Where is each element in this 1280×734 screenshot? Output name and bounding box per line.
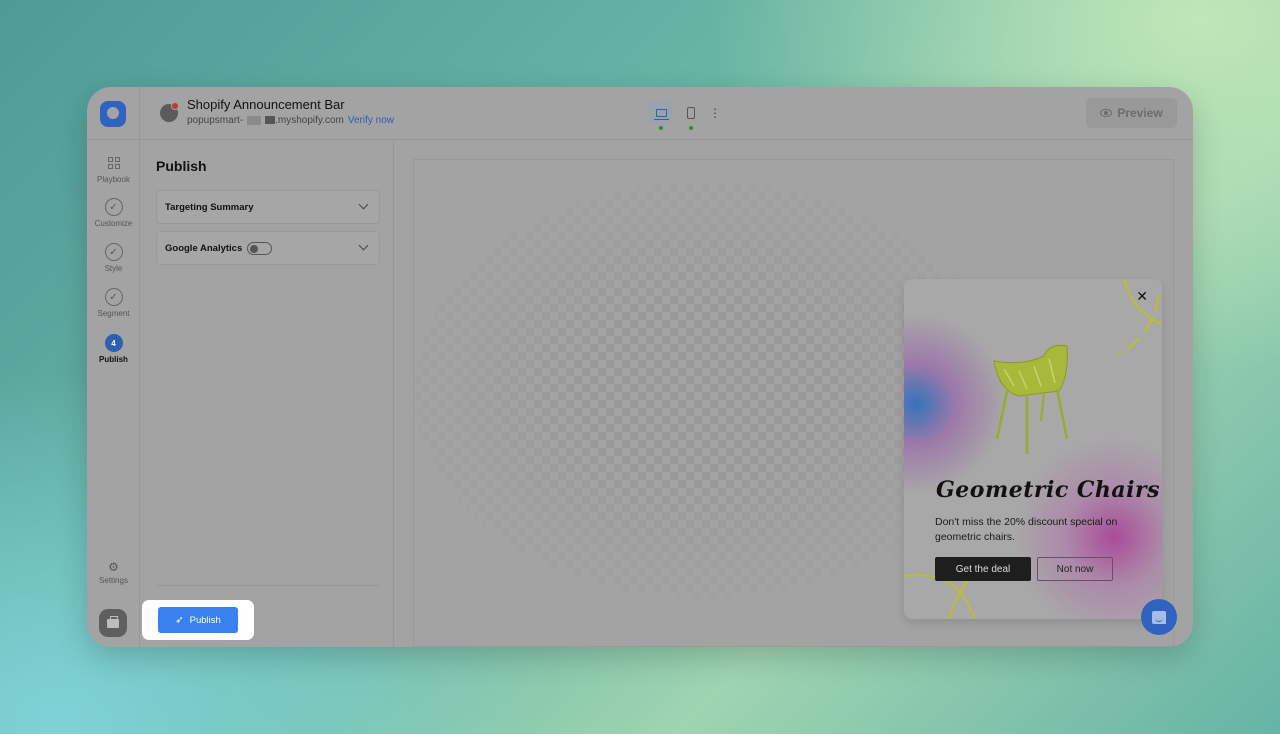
preview-button[interactable]: Preview — [1086, 98, 1177, 128]
popup-preview: ✕ Geometric Chairs Don't miss the 20% di… — [904, 279, 1162, 619]
chat-icon — [1152, 610, 1166, 624]
sidebar-item-label: Style — [104, 264, 123, 273]
google-analytics-toggle[interactable] — [247, 242, 272, 255]
chevron-down-icon — [358, 240, 369, 251]
chair-image — [993, 345, 1069, 454]
campaign-title: Shopify Announcement Bar — [187, 97, 345, 112]
get-the-deal-button[interactable]: Get the deal — [935, 557, 1031, 581]
chevron-down-icon — [358, 199, 369, 210]
sidebar-item-settings[interactable]: ⚙ Settings — [87, 560, 140, 585]
top-bar: Shopify Announcement Bar popupsmart- .mys… — [87, 87, 1193, 140]
check-circle-icon: ✓ — [104, 243, 123, 261]
google-analytics-accordion[interactable]: Google Analytics — [156, 231, 380, 265]
sidebar-item-label: Settings — [99, 576, 128, 585]
popup-title: Geometric Chairs — [936, 477, 1160, 503]
desktop-view-button[interactable] — [649, 101, 673, 130]
alert-badge-icon — [171, 102, 179, 110]
popupsmart-logo[interactable] — [100, 100, 126, 127]
status-dot — [689, 126, 693, 130]
popup-description: Don't miss the 20% discount special on g… — [935, 516, 1118, 543]
not-now-button[interactable]: Not now — [1037, 557, 1113, 581]
grid-icon — [107, 157, 120, 169]
publish-highlight: ➶ Publish — [142, 600, 254, 640]
sidebar-item-label: Publish — [99, 355, 128, 364]
publish-panel: Publish Targeting Summary Google Analyti… — [140, 140, 394, 647]
eye-icon — [1100, 109, 1113, 117]
device-switcher: ⋮ — [649, 101, 721, 130]
accordion-label: Targeting Summary — [165, 202, 254, 213]
accordion-label: Google Analytics — [165, 243, 243, 254]
close-icon[interactable]: ✕ — [1136, 289, 1148, 303]
sidebar-item-style[interactable]: ✓ Style — [87, 243, 140, 273]
phone-icon — [687, 107, 695, 119]
step-sidebar: Playbook ✓ Customize ✓ Style ✓ Segment 4… — [87, 140, 140, 647]
publish-button[interactable]: ➶ Publish — [158, 607, 238, 633]
redacted-block — [265, 116, 276, 125]
site-suffix: .myshopify.com — [275, 115, 344, 126]
divider — [156, 585, 379, 586]
check-circle-icon: ✓ — [104, 288, 123, 306]
check-circle-icon: ✓ — [104, 198, 123, 216]
step-number-badge: 4 — [104, 334, 123, 352]
sidebar-item-label: Customize — [94, 219, 133, 228]
gear-icon: ⚙ — [108, 560, 119, 574]
laptop-icon — [653, 109, 669, 120]
sidebar-item-playbook[interactable]: Playbook — [87, 154, 140, 184]
rocket-icon: ➶ — [175, 614, 184, 626]
targeting-summary-accordion[interactable]: Targeting Summary — [156, 190, 380, 224]
briefcase-icon — [107, 615, 119, 628]
sidebar-item-label: Segment — [97, 309, 130, 318]
status-dot — [659, 126, 663, 130]
redacted-block — [247, 115, 262, 125]
chat-launcher-button[interactable] — [1141, 599, 1177, 635]
more-options-icon[interactable]: ⋮ — [709, 101, 721, 125]
app-window: Shopify Announcement Bar popupsmart- .mys… — [87, 87, 1193, 647]
logo-cell — [87, 87, 140, 140]
mobile-view-button[interactable] — [679, 101, 703, 130]
workspace-button[interactable] — [99, 609, 127, 637]
preview-label: Preview — [1117, 106, 1163, 120]
site-domain: popupsmart- .myshopify.com Verify now — [187, 115, 394, 126]
verify-now-link[interactable]: Verify now — [348, 115, 394, 126]
publish-label: Publish — [189, 614, 221, 626]
panel-title: Publish — [156, 158, 207, 174]
sidebar-item-customize[interactable]: ✓ Customize — [87, 198, 140, 228]
site-prefix: popupsmart- — [187, 115, 244, 126]
sidebar-item-publish[interactable]: 4 Publish — [87, 334, 140, 364]
sidebar-item-label: Playbook — [97, 175, 130, 184]
sidebar-item-segment[interactable]: ✓ Segment — [87, 288, 140, 318]
